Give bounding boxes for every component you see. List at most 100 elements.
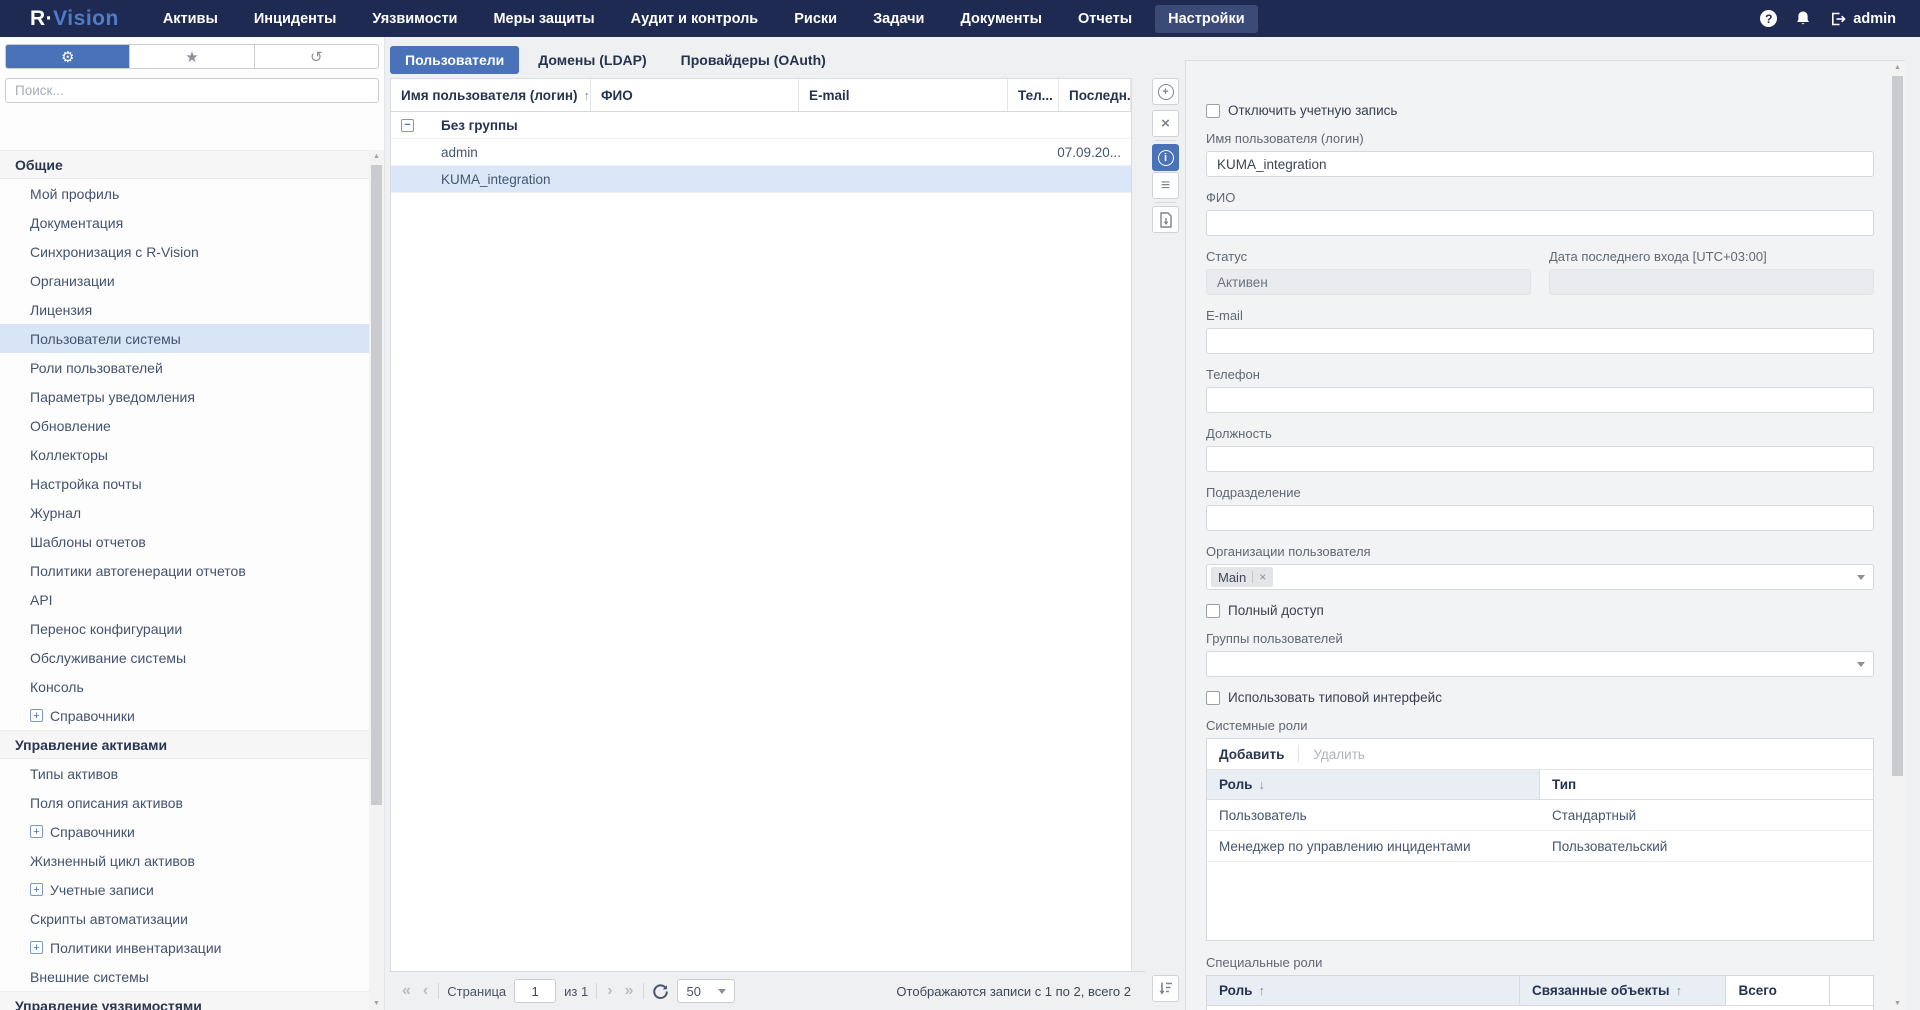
full-access-checkbox[interactable] (1206, 604, 1220, 618)
disable-account-checkbox[interactable] (1206, 104, 1220, 118)
system-role-row-user[interactable]: Пользователь Стандартный (1207, 800, 1873, 831)
first-page-button[interactable]: « (400, 982, 413, 1000)
department-field[interactable] (1206, 505, 1874, 531)
sidebar-item-update[interactable]: Обновление (0, 411, 369, 440)
position-field[interactable] (1206, 446, 1874, 472)
scroll-down-icon[interactable]: ▼ (1890, 997, 1905, 1010)
column-role[interactable]: Роль↓ (1207, 770, 1540, 799)
organizations-multiselect[interactable]: Main × (1206, 564, 1874, 590)
sidebar-item-report-templates[interactable]: Шаблоны отчетов (0, 527, 369, 556)
sidebar-item-automation-scripts[interactable]: Скрипты автоматизации (0, 904, 369, 933)
login-field[interactable] (1206, 151, 1874, 177)
column-email[interactable]: E-mail (799, 79, 1008, 111)
sidebar-item-console[interactable]: Консоль (0, 672, 369, 701)
sidebar-item-system-users[interactable]: Пользователи системы (0, 324, 369, 353)
sidebar-item-notification-params[interactable]: Параметры уведомления (0, 382, 369, 411)
column-phone[interactable]: Тел... (1008, 79, 1059, 111)
expand-plus-icon[interactable]: + (30, 709, 43, 722)
scroll-up-icon[interactable]: ▲ (369, 150, 384, 163)
column-fio[interactable]: ФИО (591, 79, 799, 111)
nav-item-tasks[interactable]: Задачи (860, 5, 937, 33)
sidebar-item-asset-lifecycle[interactable]: Жизненный цикл активов (0, 846, 369, 875)
nav-item-settings[interactable]: Настройки (1155, 5, 1258, 33)
page-number-input[interactable] (514, 979, 556, 1003)
system-role-row-incident-manager[interactable]: Менеджер по управлению инцидентами Польз… (1207, 831, 1873, 862)
nav-item-incidents[interactable]: Инциденты (241, 5, 350, 33)
sidebar-item-config-transfer[interactable]: Перенос конфигурации (0, 614, 369, 643)
add-role-button[interactable]: Добавить (1219, 747, 1284, 762)
next-page-button[interactable]: › (605, 982, 614, 1000)
delete-record-button[interactable]: × (1152, 110, 1179, 137)
tab-users[interactable]: Пользователи (390, 46, 519, 74)
expand-plus-icon[interactable]: + (30, 941, 43, 954)
refresh-button[interactable] (652, 983, 669, 1000)
email-field[interactable] (1206, 328, 1874, 354)
sidebar-item-collectors[interactable]: Коллекторы (0, 440, 369, 469)
sidebar-item-dictionaries-assets[interactable]: +Справочники (0, 817, 369, 846)
phone-field[interactable] (1206, 387, 1874, 413)
table-row-admin[interactable]: admin 07.09.20... (391, 139, 1131, 166)
remove-tag-icon[interactable]: × (1259, 570, 1266, 584)
column-type[interactable]: Тип (1540, 770, 1873, 799)
sidebar-item-dictionaries-general[interactable]: +Справочники (0, 701, 369, 730)
column-linked-objects[interactable]: Связанные объекты↑ (1520, 976, 1726, 1005)
sidebar-item-user-roles[interactable]: Роли пользователей (0, 353, 369, 382)
column-role[interactable]: Роль↑ (1207, 976, 1520, 1005)
scrollbar-thumb[interactable] (371, 165, 382, 805)
sidebar-item-asset-types[interactable]: Типы активов (0, 759, 369, 788)
rvision-logo[interactable]: R·Vision (30, 7, 119, 31)
nav-item-risks[interactable]: Риски (781, 5, 850, 33)
bell-icon[interactable] (1795, 10, 1811, 27)
expand-plus-icon[interactable]: + (30, 883, 43, 896)
sidebar-item-rvision-sync[interactable]: Синхронизация с R-Vision (0, 237, 369, 266)
export-button[interactable] (1152, 206, 1179, 233)
remove-role-button[interactable]: Удалить (1313, 747, 1365, 762)
sidebar-item-asset-fields[interactable]: Поля описания активов (0, 788, 369, 817)
column-last-login[interactable]: Последн... (1059, 79, 1131, 111)
fio-field[interactable] (1206, 210, 1874, 236)
search-input[interactable] (5, 78, 379, 103)
help-icon[interactable]: ? (1760, 10, 1777, 27)
expand-plus-icon[interactable]: + (30, 825, 43, 838)
page-size-select[interactable]: 50 (677, 979, 735, 1003)
info-panel-button[interactable]: i (1152, 144, 1179, 171)
nav-item-assets[interactable]: Активы (150, 5, 231, 33)
nav-item-protection-measures[interactable]: Меры защиты (480, 5, 607, 33)
collapse-minus-icon[interactable]: − (401, 119, 414, 132)
nav-item-documents[interactable]: Документы (947, 5, 1055, 33)
scrollbar-thumb[interactable] (1892, 76, 1903, 776)
tab-domains-ldap[interactable]: Домены (LDAP) (523, 46, 661, 74)
tab-settings-gear[interactable]: ⚙ (6, 45, 130, 68)
sidebar-scrollbar[interactable]: ▲ ▼ (369, 150, 384, 1010)
scroll-down-icon[interactable]: ▼ (369, 997, 384, 1010)
sidebar-item-external-systems[interactable]: Внешние системы (0, 962, 369, 991)
tab-history[interactable]: ↺ (255, 45, 378, 68)
sidebar-item-my-profile[interactable]: Мой профиль (0, 179, 369, 208)
groups-select[interactable] (1206, 651, 1874, 677)
sidebar-item-organizations[interactable]: Организации (0, 266, 369, 295)
sidebar-item-journal[interactable]: Журнал (0, 498, 369, 527)
user-menu[interactable]: admin (1829, 11, 1896, 27)
detail-scrollbar[interactable]: ▲ ▼ (1890, 61, 1905, 1010)
sidebar-item-accounts[interactable]: +Учетные записи (0, 875, 369, 904)
nav-item-audit[interactable]: Аудит и контроль (618, 5, 772, 33)
group-row-no-group[interactable]: −Без группы (391, 112, 1131, 139)
column-login[interactable]: Имя пользователя (логин)↑ (391, 79, 591, 111)
nav-item-vulnerabilities[interactable]: Уязвимости (359, 5, 470, 33)
column-total[interactable]: Всего (1726, 976, 1829, 1005)
tab-favorites[interactable]: ★ (130, 45, 254, 68)
table-row-kuma-integration[interactable]: KUMA_integration (391, 166, 1131, 193)
scroll-up-icon[interactable]: ▲ (1890, 61, 1905, 74)
sidebar-item-inventory-policies[interactable]: +Политики инвентаризации (0, 933, 369, 962)
prev-page-button[interactable]: ‹ (421, 982, 430, 1000)
sidebar-item-report-autogen-policies[interactable]: Политики автогенерации отчетов (0, 556, 369, 585)
nav-item-reports[interactable]: Отчеты (1065, 5, 1145, 33)
sidebar-item-mail-settings[interactable]: Настройка почты (0, 469, 369, 498)
sort-button[interactable] (1152, 975, 1179, 1002)
sidebar-item-license[interactable]: Лицензия (0, 295, 369, 324)
sidebar-item-documentation[interactable]: Документация (0, 208, 369, 237)
add-record-button[interactable]: + (1152, 78, 1179, 105)
last-page-button[interactable]: » (623, 982, 636, 1000)
typical-ui-checkbox[interactable] (1206, 691, 1220, 705)
tab-providers-oauth[interactable]: Провайдеры (OAuth) (666, 46, 841, 74)
